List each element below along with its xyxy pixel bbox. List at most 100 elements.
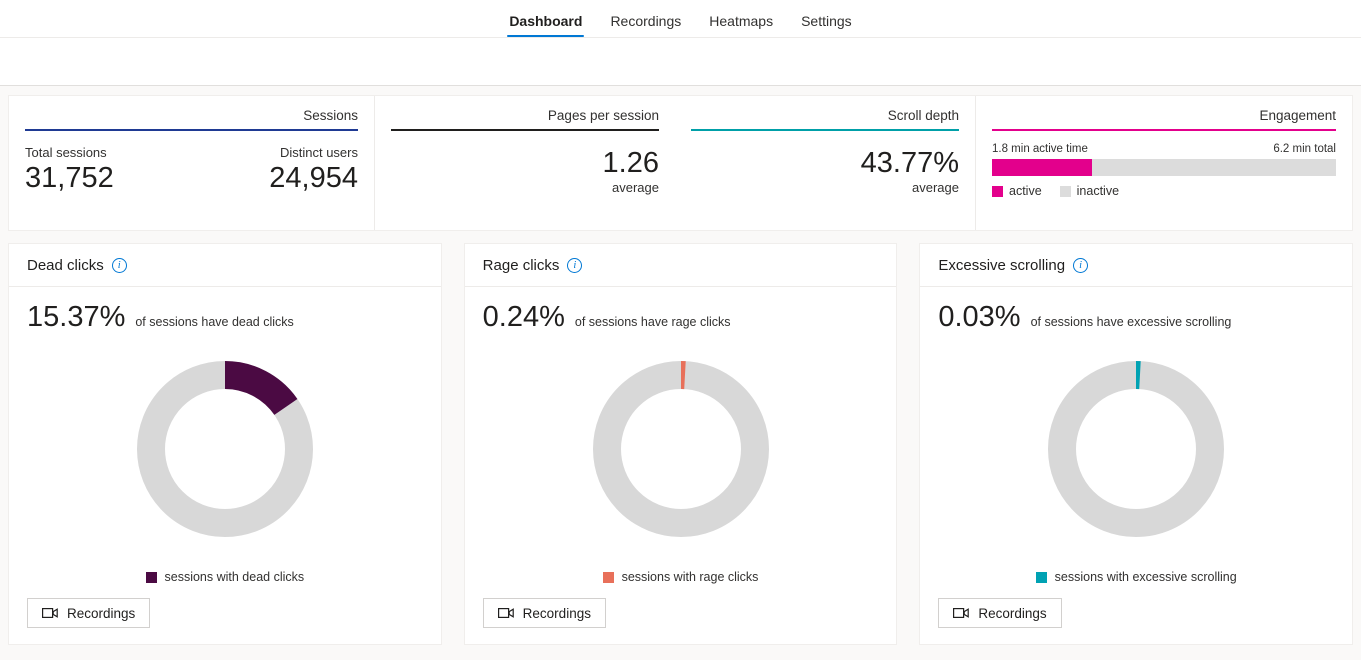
card-rage-clicks: Rage clicks i 0.24% of sessions have rag…	[463, 243, 898, 645]
legend-swatch	[602, 571, 614, 583]
card-dead-clicks-legend-label: sessions with dead clicks	[164, 570, 305, 584]
card-excessive-scrolling-description: of sessions have excessive scrolling	[1030, 315, 1232, 329]
card-rage-clicks-description: of sessions have rage clicks	[574, 315, 731, 329]
kpi-scroll-sub: average	[912, 180, 959, 196]
kpi-card-sessions: Sessions Total sessions 31,752 Distinct …	[9, 96, 375, 230]
video-camera-icon	[497, 608, 514, 619]
legend-swatch	[145, 571, 157, 583]
card-dead-clicks: Dead clicks i 15.37% of sessions have de…	[8, 243, 442, 645]
recordings-button-label: Recordings	[67, 605, 136, 621]
kpi-sessions-accent-rule	[25, 129, 358, 131]
card-rage-clicks-title: Rage clicks	[482, 256, 560, 274]
kpi-scroll-title: Scroll depth	[887, 108, 959, 123]
card-excessive-scrolling-legend-label: sessions with excessive scrolling	[1054, 570, 1237, 584]
video-camera-icon	[42, 608, 58, 619]
card-excessive-scrolling: Excessive scrolling i 0.03% of sessions …	[919, 243, 1354, 645]
legend-swatch	[1035, 571, 1047, 583]
legend-swatch-inactive	[1059, 185, 1071, 197]
nav-tab-list: Dashboard Recordings Heatmaps Settings	[495, 0, 865, 37]
legend-swatch-active	[992, 185, 1003, 197]
tab-recordings[interactable]: Recordings	[596, 14, 695, 37]
kpi-card-engagement: Engagement 1.8 min active time 6.2 min t…	[975, 96, 1352, 230]
kpi-pages-title: Pages per session	[547, 108, 659, 123]
toolbar-band	[0, 38, 1361, 86]
engagement-active-label: 1.8 min active time	[992, 143, 1088, 155]
insight-card-row: Dead clicks i 15.37% of sessions have de…	[8, 243, 1354, 645]
kpi-sessions-body: Total sessions 31,752 Distinct users 24,…	[25, 145, 358, 195]
card-rage-clicks-header: Rage clicks i	[464, 244, 897, 287]
donut-chart-excessive-scrolling	[938, 328, 1334, 570]
kpi-engagement-accent-rule	[992, 129, 1336, 131]
card-excessive-scrolling-legend: sessions with excessive scrolling	[938, 570, 1334, 584]
recordings-button[interactable]: Recordings	[482, 598, 606, 628]
engagement-legend-inactive: inactive	[1059, 184, 1120, 198]
tab-settings[interactable]: Settings	[787, 14, 866, 37]
kpi-strip: Sessions Total sessions 31,752 Distinct …	[8, 95, 1353, 231]
recordings-button-label: Recordings	[522, 605, 591, 621]
kpi-scroll-stat: 43.77% average	[861, 145, 959, 195]
donut-chart-dead-clicks	[27, 328, 423, 570]
kpi-scroll-value: 43.77%	[860, 147, 959, 179]
engagement-total-label: 6.2 min total	[1273, 143, 1336, 155]
engagement-legend-inactive-label: inactive	[1076, 184, 1120, 198]
card-dead-clicks-footer: Recordings	[9, 598, 441, 644]
kpi-pages-sub: average	[612, 180, 659, 196]
kpi-engagement-title: Engagement	[1259, 108, 1336, 123]
donut-track	[1048, 361, 1225, 537]
tab-recordings-label: Recordings	[610, 13, 682, 29]
info-icon[interactable]: i	[567, 257, 583, 273]
engagement-legend-active: active	[992, 184, 1042, 198]
recordings-button[interactable]: Recordings	[27, 598, 151, 628]
kpi-sessions-title: Sessions	[303, 108, 358, 123]
card-rage-clicks-legend: sessions with rage clicks	[483, 570, 879, 584]
engagement-labels: 1.8 min active time 6.2 min total	[992, 143, 1336, 155]
info-icon[interactable]: i	[111, 257, 127, 273]
kpi-pages-body: 1.26 average	[391, 145, 659, 195]
engagement-bar-fill	[992, 159, 1092, 176]
card-dead-clicks-body: 15.37% of sessions have dead clicks sess…	[9, 287, 441, 598]
kpi-card-pages-per-session: Pages per session 1.26 average	[375, 96, 675, 230]
info-icon[interactable]: i	[1073, 257, 1089, 273]
card-dead-clicks-legend: sessions with dead clicks	[27, 570, 423, 584]
kpi-total-sessions: Total sessions 31,752	[25, 145, 114, 195]
card-dead-clicks-title: Dead clicks	[27, 256, 104, 274]
kpi-distinct-users: Distinct users 24,954	[269, 145, 358, 195]
card-rage-clicks-footer: Recordings	[465, 598, 897, 644]
card-excessive-scrolling-body: 0.03% of sessions have excessive scrolli…	[920, 287, 1352, 598]
donut-track	[592, 361, 769, 537]
top-navigation: Dashboard Recordings Heatmaps Settings	[0, 0, 1361, 38]
recordings-button-label: Recordings	[978, 605, 1047, 621]
card-excessive-scrolling-footer: Recordings	[920, 598, 1352, 644]
donut-svg-dead-clicks	[136, 361, 313, 537]
card-rage-clicks-legend-label: sessions with rage clicks	[621, 570, 759, 584]
donut-chart-rage-clicks	[483, 328, 879, 570]
kpi-scroll-accent-rule	[691, 129, 959, 131]
kpi-total-sessions-label: Total sessions	[25, 145, 107, 160]
engagement-legend: active inactive	[992, 184, 1336, 198]
kpi-card-scroll-depth: Scroll depth 43.77% average	[675, 96, 975, 230]
kpi-total-sessions-value: 31,752	[25, 162, 114, 194]
engagement-bar-track	[992, 159, 1336, 176]
tab-settings-label: Settings	[801, 13, 852, 29]
tab-heatmaps-label: Heatmaps	[709, 13, 774, 29]
tab-heatmaps[interactable]: Heatmaps	[695, 14, 787, 37]
engagement-legend-active-label: active	[1009, 184, 1042, 198]
kpi-pages-stat: 1.26 average	[603, 145, 659, 195]
kpi-pages-value: 1.26	[602, 147, 659, 179]
card-excessive-scrolling-title: Excessive scrolling	[938, 256, 1066, 274]
card-dead-clicks-description: of sessions have dead clicks	[135, 315, 294, 329]
card-rage-clicks-body: 0.24% of sessions have rage clicks sessi…	[465, 287, 897, 598]
video-camera-icon	[953, 608, 970, 619]
kpi-distinct-users-value: 24,954	[269, 162, 358, 194]
kpi-pages-accent-rule	[391, 129, 659, 131]
tab-dashboard-label: Dashboard	[509, 13, 583, 29]
dashboard-content: Sessions Total sessions 31,752 Distinct …	[0, 86, 1361, 660]
card-dead-clicks-header: Dead clicks i	[9, 244, 441, 287]
recordings-button[interactable]: Recordings	[938, 598, 1062, 628]
kpi-scroll-body: 43.77% average	[691, 145, 959, 195]
donut-svg-excessive-scrolling	[1048, 361, 1225, 537]
donut-svg-rage-clicks	[592, 361, 769, 537]
tab-dashboard[interactable]: Dashboard	[495, 14, 596, 37]
card-excessive-scrolling-header: Excessive scrolling i	[920, 244, 1353, 287]
kpi-distinct-users-label: Distinct users	[279, 145, 358, 160]
